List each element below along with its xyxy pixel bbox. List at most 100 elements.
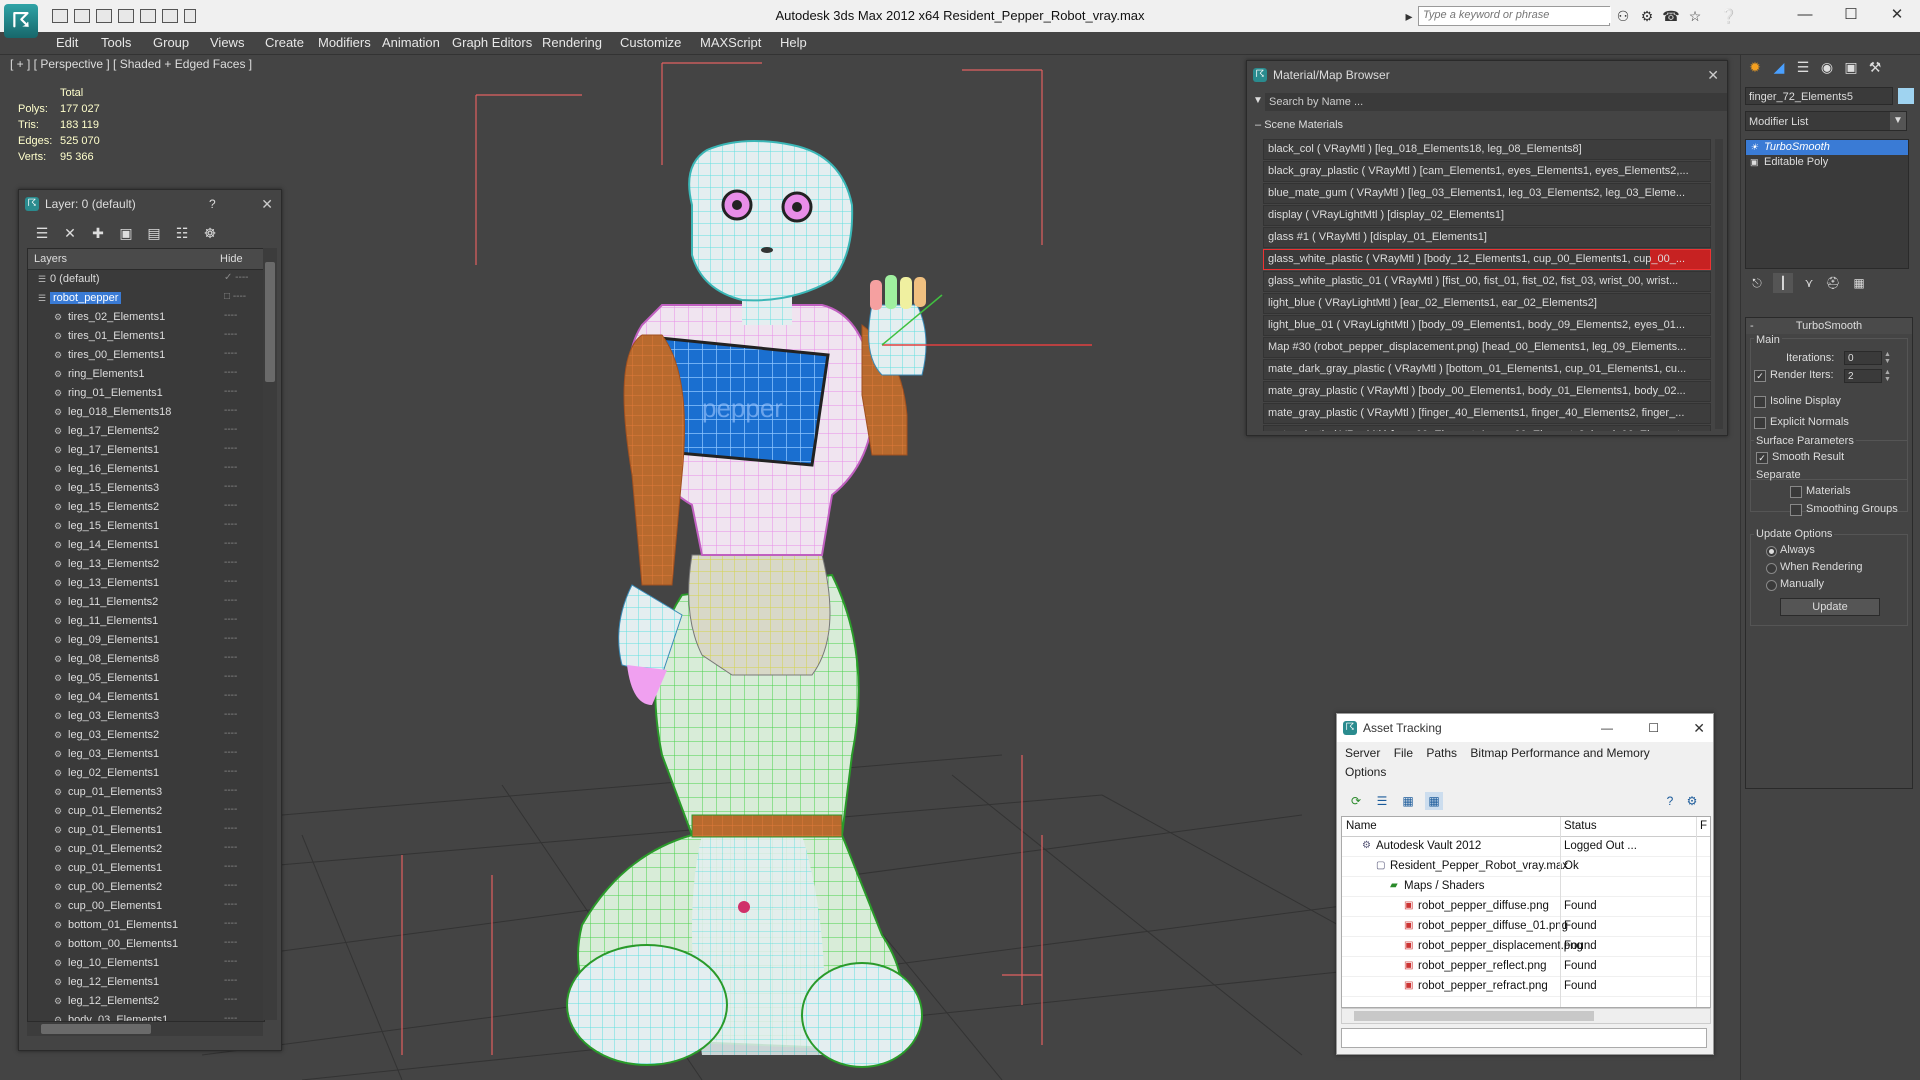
remove-modifier-icon[interactable]: ⛑ bbox=[1823, 273, 1843, 293]
show-end-result-icon[interactable]: ┃ bbox=[1773, 273, 1793, 293]
delete-layer-icon[interactable]: ✕ bbox=[61, 224, 79, 242]
menu-paths[interactable]: Paths bbox=[1426, 746, 1457, 760]
hide-toggle-icon[interactable]: ---- bbox=[224, 481, 237, 492]
hide-toggle-icon[interactable]: ---- bbox=[224, 728, 237, 739]
material-browser-titlebar[interactable]: ☈ Material/Map Browser ✕ bbox=[1247, 61, 1727, 89]
close-icon[interactable]: ✕ bbox=[1874, 0, 1920, 30]
search-arrow-icon[interactable]: ▸ bbox=[1400, 7, 1418, 25]
material-row[interactable]: mate_plastic ( VRayMtl ) [ear_00_Element… bbox=[1263, 425, 1711, 431]
material-row[interactable]: light_blue ( VRayLightMtl ) [ear_02_Elem… bbox=[1263, 293, 1711, 314]
hide-toggle-icon[interactable]: ---- bbox=[224, 367, 237, 378]
close-icon[interactable]: ✕ bbox=[1693, 714, 1705, 742]
new-layer-icon[interactable]: ☰ bbox=[33, 224, 51, 242]
hide-toggle-icon[interactable]: ---- bbox=[224, 842, 237, 853]
column-name[interactable]: Name bbox=[1346, 820, 1377, 832]
hide-toggle-icon[interactable]: ---- bbox=[224, 1013, 237, 1021]
layer-row[interactable]: ⚙ ring_01_Elements1 ---- bbox=[28, 384, 264, 403]
layer-row[interactable]: ☰ robot_pepper □ ---- bbox=[28, 289, 264, 308]
menu-customize[interactable]: Customize bbox=[620, 35, 681, 50]
hide-toggle-icon[interactable]: ---- bbox=[224, 823, 237, 834]
hide-toggle-icon[interactable]: ---- bbox=[224, 937, 237, 948]
hide-toggle-icon[interactable]: ---- bbox=[224, 443, 237, 454]
menu-options[interactable]: Options bbox=[1345, 765, 1386, 779]
layer-row[interactable]: ⚙ bottom_01_Elements1 ---- bbox=[28, 916, 264, 935]
layer-row[interactable]: ⚙ leg_15_Elements2 ---- bbox=[28, 498, 264, 517]
hide-toggle-icon[interactable]: ---- bbox=[224, 652, 237, 663]
favorites-star-icon[interactable]: ☆ bbox=[1686, 7, 1704, 25]
material-row[interactable]: black_gray_plastic ( VRayMtl ) [cam_Elem… bbox=[1263, 161, 1711, 182]
layer-row[interactable]: ⚙ body_03_Elements1 ---- bbox=[28, 1011, 264, 1021]
layer-row[interactable]: ⚙ cup_00_Elements1 ---- bbox=[28, 897, 264, 916]
column-hide[interactable]: Hide bbox=[220, 253, 243, 265]
hide-toggle-icon[interactable]: ---- bbox=[224, 386, 237, 397]
layer-row[interactable]: ⚙ tires_01_Elements1 ---- bbox=[28, 327, 264, 346]
iterations-spinner[interactable]: 0 bbox=[1844, 351, 1882, 365]
material-row[interactable]: glass_white_plastic ( VRayMtl ) [body_12… bbox=[1263, 249, 1711, 270]
column-status[interactable]: Status bbox=[1564, 820, 1597, 832]
horizontal-scrollbar[interactable] bbox=[1341, 1008, 1711, 1024]
render-iters-spinner[interactable]: 2 bbox=[1844, 369, 1882, 383]
hide-toggle-icon[interactable]: ---- bbox=[224, 576, 237, 587]
hide-toggle-icon[interactable]: □ ---- bbox=[224, 291, 246, 302]
scrollbar-thumb[interactable] bbox=[265, 262, 275, 382]
highlight-layer-icon[interactable]: ▤ bbox=[145, 224, 163, 242]
layer-row[interactable]: ⚙ leg_14_Elements1 ---- bbox=[28, 536, 264, 555]
layer-row[interactable]: ⚙ cup_01_Elements1 ---- bbox=[28, 859, 264, 878]
manually-radio[interactable] bbox=[1766, 580, 1777, 591]
asset-row[interactable]: ▣ robot_pepper_reflect.png Found bbox=[1342, 957, 1710, 977]
material-row[interactable]: display ( VRayLightMtl ) [display_02_Ele… bbox=[1263, 205, 1711, 226]
stack-item-turbosmooth[interactable]: ☀ TurboSmooth bbox=[1746, 140, 1908, 155]
layer-row[interactable]: ⚙ leg_10_Elements1 ---- bbox=[28, 954, 264, 973]
hide-all-icon[interactable]: ☷ bbox=[173, 224, 191, 242]
communication-icon[interactable]: ☎ bbox=[1662, 7, 1680, 25]
hide-toggle-icon[interactable]: ---- bbox=[224, 500, 237, 511]
hide-toggle-icon[interactable]: ---- bbox=[224, 310, 237, 321]
material-row[interactable]: mate_gray_plastic ( VRayMtl ) [finger_40… bbox=[1263, 403, 1711, 424]
asset-row[interactable]: ▣ robot_pepper_displacement.png Found bbox=[1342, 937, 1710, 957]
layer-row[interactable]: ⚙ leg_03_Elements1 ---- bbox=[28, 745, 264, 764]
modifier-list-dropdown[interactable]: Modifier List ▼ bbox=[1745, 111, 1907, 131]
layer-row[interactable]: ⚙ tires_02_Elements1 ---- bbox=[28, 308, 264, 327]
expand-plus-icon[interactable]: ▣ bbox=[1750, 157, 1760, 167]
layer-row[interactable]: ⚙ leg_04_Elements1 ---- bbox=[28, 688, 264, 707]
material-row[interactable]: black_col ( VRayMtl ) [leg_018_Elements1… bbox=[1263, 139, 1711, 160]
hide-toggle-icon[interactable]: ---- bbox=[224, 709, 237, 720]
utilities-tab-icon[interactable]: ⚒ bbox=[1865, 57, 1885, 77]
layer-row[interactable]: ⚙ tires_00_Elements1 ---- bbox=[28, 346, 264, 365]
isoline-display-checkbox[interactable] bbox=[1754, 396, 1766, 408]
vertical-scrollbar[interactable] bbox=[1715, 139, 1723, 429]
material-row[interactable]: glass #1 ( VRayMtl ) [display_01_Element… bbox=[1263, 227, 1711, 248]
vertical-scrollbar[interactable] bbox=[263, 248, 277, 1020]
detail-view-icon[interactable]: ▦ bbox=[1399, 792, 1417, 810]
hide-toggle-icon[interactable]: ---- bbox=[224, 785, 237, 796]
add-to-layer-icon[interactable]: ✚ bbox=[89, 224, 107, 242]
menu-rendering[interactable]: Rendering bbox=[542, 35, 602, 50]
layer-row[interactable]: ⚙ leg_17_Elements1 ---- bbox=[28, 441, 264, 460]
hide-toggle-icon[interactable]: ---- bbox=[224, 671, 237, 682]
layer-row[interactable]: ⚙ cup_00_Elements2 ---- bbox=[28, 878, 264, 897]
asset-row[interactable]: ▣ robot_pepper_diffuse.png Found bbox=[1342, 897, 1710, 917]
app-logo-icon[interactable]: ☈ bbox=[4, 4, 38, 38]
object-color-swatch[interactable] bbox=[1898, 88, 1914, 104]
hide-toggle-icon[interactable]: ---- bbox=[224, 462, 237, 473]
modify-tab-icon[interactable]: ◢ bbox=[1769, 57, 1789, 77]
layer-row[interactable]: ⚙ leg_018_Elements18 ---- bbox=[28, 403, 264, 422]
asset-row[interactable]: ▢ Resident_Pepper_Robot_vray.max Ok bbox=[1342, 857, 1710, 877]
layer-row[interactable]: ⚙ cup_01_Elements3 ---- bbox=[28, 783, 264, 802]
menu-create[interactable]: Create bbox=[265, 35, 304, 50]
binoculars-icon[interactable]: ⚇ bbox=[1614, 7, 1632, 25]
column-extra[interactable]: F bbox=[1700, 820, 1707, 832]
material-row[interactable]: mate_dark_gray_plastic ( VRayMtl ) [bott… bbox=[1263, 359, 1711, 380]
freeze-all-icon[interactable]: ☸ bbox=[201, 224, 219, 242]
layer-row[interactable]: ⚙ leg_15_Elements3 ---- bbox=[28, 479, 264, 498]
hide-toggle-icon[interactable]: ---- bbox=[224, 633, 237, 644]
hide-toggle-icon[interactable]: ---- bbox=[224, 747, 237, 758]
maximize-icon[interactable]: ☐ bbox=[1648, 714, 1659, 742]
layer-row[interactable]: ⚙ leg_09_Elements1 ---- bbox=[28, 631, 264, 650]
hide-toggle-icon[interactable]: ---- bbox=[224, 956, 237, 967]
minimize-icon[interactable]: — bbox=[1601, 714, 1613, 742]
layer-row[interactable]: ☰ 0 (default) ✓ ---- bbox=[28, 270, 264, 289]
layer-row[interactable]: ⚙ bottom_00_Elements1 ---- bbox=[28, 935, 264, 954]
layer-row[interactable]: ⚙ leg_13_Elements1 ---- bbox=[28, 574, 264, 593]
menu-group[interactable]: Group bbox=[153, 35, 189, 50]
